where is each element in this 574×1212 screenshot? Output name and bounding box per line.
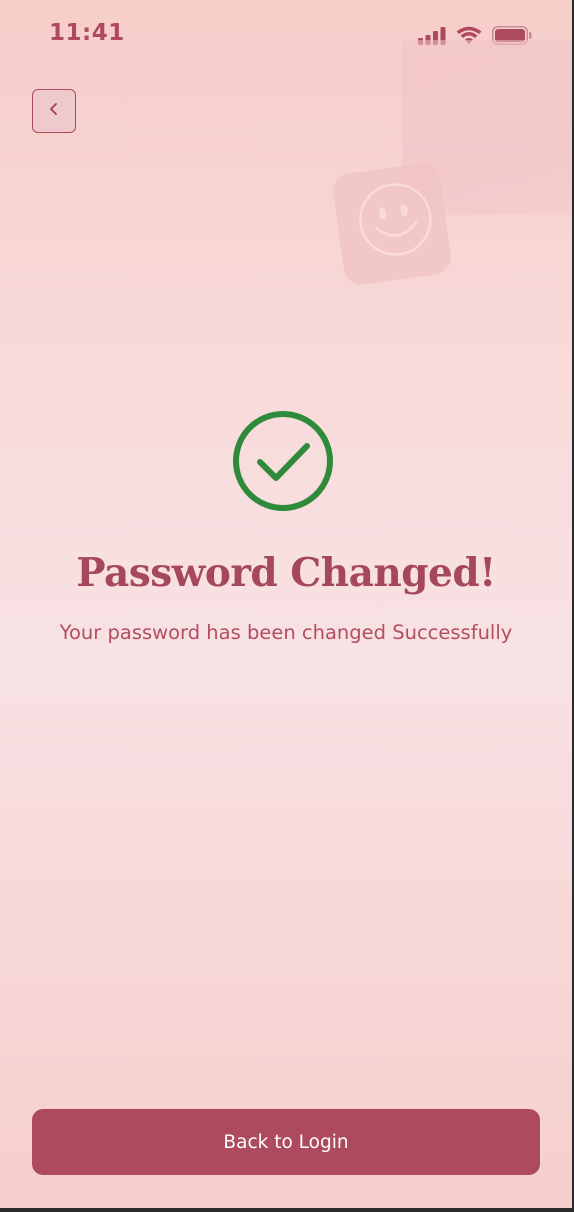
page-title: Password Changed! [76, 550, 496, 596]
back-button[interactable] [32, 89, 76, 133]
chevron-left-icon [47, 101, 61, 121]
check-circle-icon [232, 409, 336, 513]
password-changed-screen: 11:41 Password Changed! Your password ha… [0, 0, 574, 1212]
status-bar-time: 11:41 [49, 20, 125, 46]
smiley-face-icon [359, 183, 432, 256]
smiley-tile [330, 161, 454, 287]
back-to-login-button[interactable]: Back to Login [32, 1109, 540, 1175]
success-message: Your password has been changed Successfu… [59, 621, 513, 644]
